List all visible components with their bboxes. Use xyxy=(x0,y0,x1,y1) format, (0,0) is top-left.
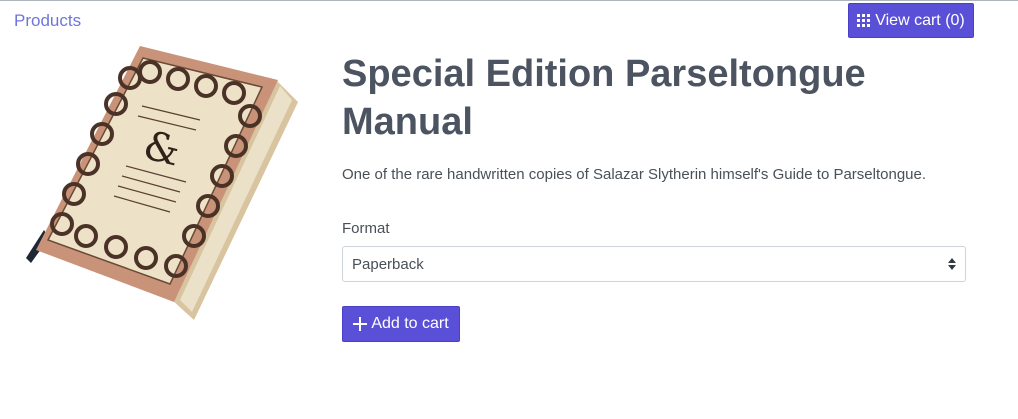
select-arrows-icon xyxy=(948,258,956,270)
view-cart-label: View cart (0) xyxy=(875,11,965,29)
add-to-cart-button[interactable]: Add to cart xyxy=(342,306,460,342)
add-to-cart-label: Add to cart xyxy=(371,315,449,332)
format-label: Format xyxy=(342,220,390,237)
product-description: One of the rare handwritten copies of Sa… xyxy=(342,166,927,183)
view-cart-button[interactable]: View cart (0) xyxy=(848,3,974,38)
grid-icon xyxy=(857,14,871,27)
top-border xyxy=(0,0,1018,1)
format-select[interactable]: Paperback xyxy=(342,246,966,282)
products-link[interactable]: Products xyxy=(14,10,81,32)
product-title: Special Edition Parseltongue Manual xyxy=(342,53,866,143)
format-selected-value: Paperback xyxy=(352,255,424,273)
plus-icon xyxy=(353,317,368,331)
product-image: & xyxy=(26,46,298,320)
